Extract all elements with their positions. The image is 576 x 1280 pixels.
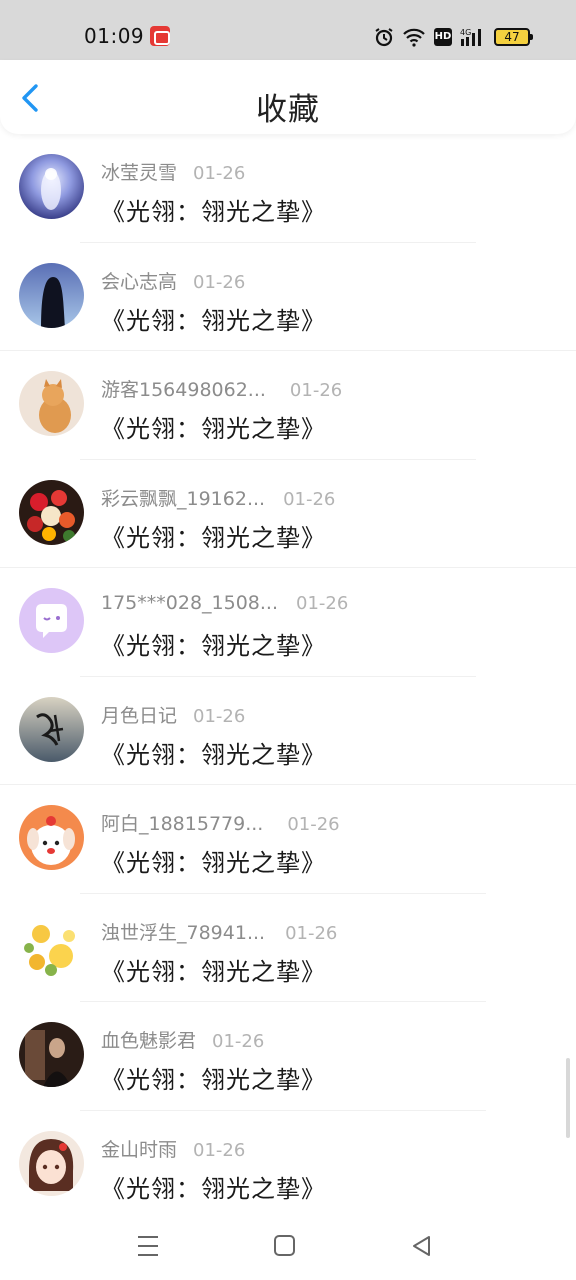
list-item[interactable]: 冰莹灵雪 01-26 《光翎：翎光之挚》 — [0, 134, 576, 243]
avatar[interactable] — [19, 805, 84, 870]
user-name: 会心志高 — [101, 270, 178, 293]
item-title[interactable]: 《光翎：翎光之挚》 — [101, 735, 326, 770]
top-app-bar: 收藏 — [0, 60, 576, 134]
list-item[interactable]: 阿白_18815779... 01-26 《光翎：翎光之挚》 — [0, 785, 576, 894]
item-title[interactable]: 《光翎：翎光之挚》 — [101, 1060, 326, 1095]
list-item[interactable]: 会心志高 01-26 《光翎：翎光之挚》 — [0, 243, 576, 351]
battery-icon: 47 — [494, 28, 533, 46]
hd-icon: HD — [434, 28, 452, 46]
user-name: 175***028_1508... — [101, 592, 279, 614]
alarm-icon — [374, 27, 394, 47]
item-date: 01-26 — [193, 163, 246, 184]
wifi-icon — [402, 27, 426, 47]
avatar[interactable] — [19, 588, 84, 653]
item-title[interactable]: 《光翎：翎光之挚》 — [101, 1169, 326, 1204]
list-item[interactable]: 彩云飘飘_19162... 01-26 《光翎：翎光之挚》 — [0, 460, 576, 568]
user-name: 血色魅影君 — [101, 1030, 197, 1052]
svg-text:4G: 4G — [460, 28, 471, 37]
item-title[interactable]: 《光翎：翎光之挚》 — [101, 843, 326, 878]
list-item[interactable]: 月色日记 01-26 《光翎：翎光之挚》 — [0, 677, 576, 785]
item-meta: 175***028_1508... 01-26 — [101, 592, 348, 614]
item-date: 01-26 — [193, 1139, 246, 1161]
item-date: 01-26 — [285, 922, 338, 944]
user-name: 月色日记 — [101, 704, 178, 727]
item-meta: 彩云飘飘_19162... 01-26 — [101, 484, 335, 511]
item-meta: 月色日记 01-26 — [101, 701, 245, 728]
avatar[interactable] — [19, 913, 84, 979]
item-date: 01-26 — [287, 814, 340, 835]
back-nav-button[interactable] — [408, 1232, 436, 1260]
avatar[interactable] — [19, 696, 84, 762]
system-nav-bar — [0, 1210, 576, 1280]
item-title[interactable]: 《光翎：翎光之挚》 — [101, 192, 326, 227]
user-name: 浊世浮生_78941... — [101, 921, 266, 944]
user-name: 阿白_18815779... — [101, 813, 264, 835]
triangle-back-icon — [413, 1236, 430, 1256]
item-date: 01-26 — [193, 271, 246, 293]
item-date: 01-26 — [296, 593, 349, 614]
menu-button[interactable] — [134, 1232, 162, 1260]
item-date: 01-26 — [289, 380, 343, 401]
square-icon — [274, 1235, 295, 1256]
item-date: 01-26 — [212, 1031, 265, 1052]
favorites-list: 冰莹灵雪 01-26 《光翎：翎光之挚》 会心志高 01-26 《光翎：翎光之挚… — [0, 134, 576, 1219]
menu-icon — [138, 1236, 158, 1256]
user-name: 游客156498062... — [101, 379, 266, 401]
item-date: 01-26 — [193, 705, 246, 727]
avatar[interactable] — [19, 479, 84, 545]
list-item[interactable]: 金山时雨 01-26 《光翎：翎光之挚》 — [0, 1111, 576, 1220]
avatar[interactable] — [19, 154, 84, 219]
list-item[interactable]: 浊世浮生_78941... 01-26 《光翎：翎光之挚》 — [0, 894, 576, 1002]
item-title[interactable]: 《光翎：翎光之挚》 — [101, 626, 326, 661]
list-item[interactable]: 175***028_1508... 01-26 《光翎：翎光之挚》 — [0, 568, 576, 677]
user-name: 彩云飘飘_19162... — [101, 487, 266, 510]
avatar[interactable] — [19, 1130, 84, 1196]
item-meta: 冰莹灵雪 01-26 — [101, 158, 245, 185]
signal-4g-icon: 4G — [460, 27, 486, 47]
item-title[interactable]: 《光翎：翎光之挚》 — [101, 409, 326, 444]
status-icons: HD 4G 47 — [374, 26, 533, 48]
item-title[interactable]: 《光翎：翎光之挚》 — [101, 518, 326, 553]
user-name: 金山时雨 — [101, 1138, 178, 1161]
status-bar: 01:09 HD 4G 47 — [0, 0, 576, 60]
home-button[interactable] — [271, 1232, 299, 1260]
item-meta: 血色魅影君 01-26 — [101, 1026, 264, 1053]
item-title[interactable]: 《光翎：翎光之挚》 — [101, 952, 326, 987]
status-time: 01:09 — [84, 24, 145, 48]
app-notification-icon — [150, 26, 170, 46]
item-meta: 金山时雨 01-26 — [101, 1135, 245, 1162]
item-date: 01-26 — [283, 488, 336, 510]
page-title: 收藏 — [256, 92, 320, 128]
avatar[interactable] — [19, 371, 84, 436]
list-item[interactable]: 游客156498062... 01-26 《光翎：翎光之挚》 — [0, 351, 576, 460]
avatar[interactable] — [19, 1022, 84, 1087]
list-item[interactable]: 血色魅影君 01-26 《光翎：翎光之挚》 — [0, 1002, 576, 1111]
item-meta: 阿白_18815779... 01-26 — [101, 809, 340, 836]
item-meta: 会心志高 01-26 — [101, 267, 245, 294]
avatar[interactable] — [19, 262, 84, 328]
item-title[interactable]: 《光翎：翎光之挚》 — [101, 301, 326, 336]
item-meta: 游客156498062... 01-26 — [101, 375, 342, 402]
item-meta: 浊世浮生_78941... 01-26 — [101, 918, 337, 945]
user-name: 冰莹灵雪 — [101, 162, 178, 184]
scrollbar[interactable] — [566, 1058, 570, 1138]
